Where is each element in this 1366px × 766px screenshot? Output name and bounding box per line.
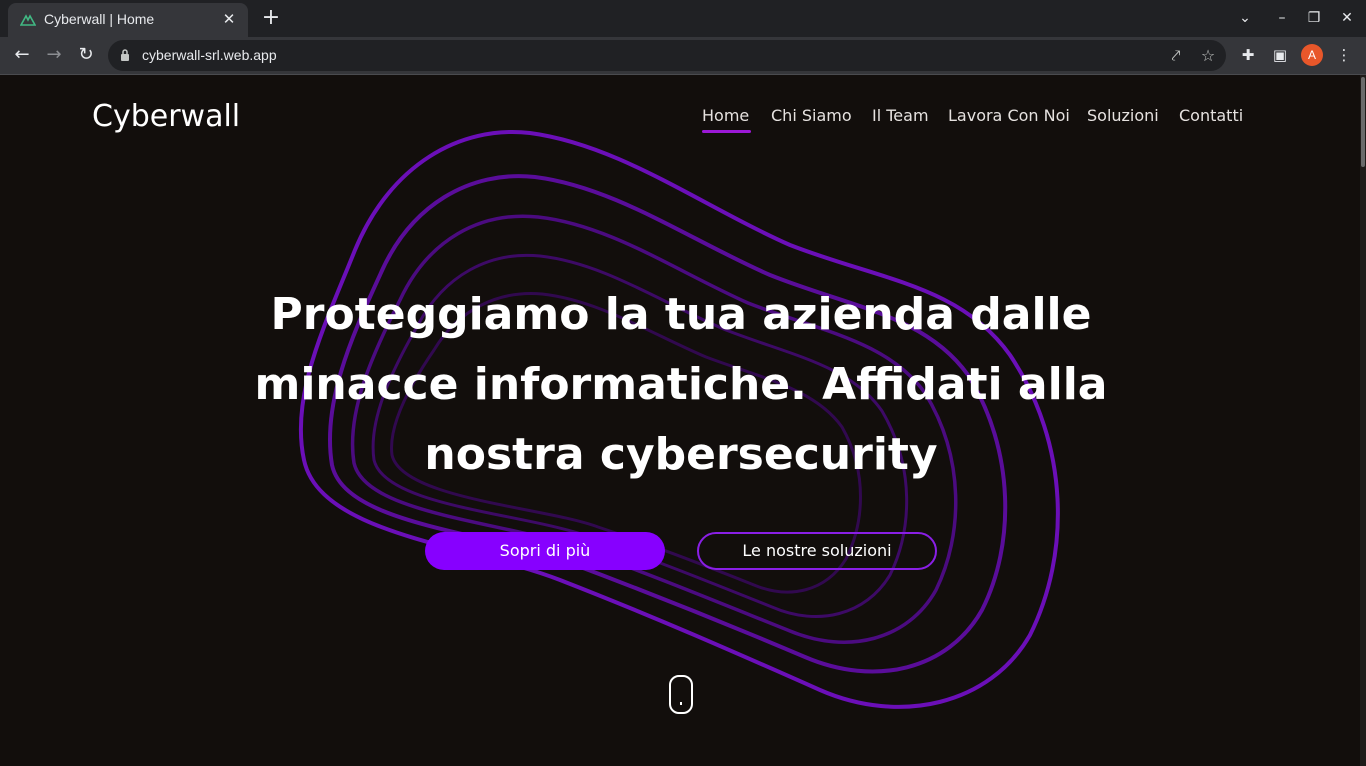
reload-icon[interactable]: ↻ <box>73 42 99 68</box>
close-icon[interactable]: ✕ <box>220 10 238 28</box>
address-bar[interactable]: cyberwall-srl.web.app ⤤ ☆ <box>108 40 1226 71</box>
nav-item-lavora-con-noi[interactable]: Lavora Con Noi <box>948 106 1070 125</box>
vue-favicon-icon <box>20 14 36 26</box>
share-icon[interactable]: ⤤ <box>1166 46 1186 66</box>
page-scrollbar[interactable] <box>1360 75 1366 766</box>
chevron-down-icon[interactable]: ⌄ <box>1233 6 1257 30</box>
solutions-button[interactable]: Le nostre soluzioni <box>697 532 937 570</box>
menu-icon[interactable]: ⋮ <box>1333 44 1355 66</box>
nav-item-contatti[interactable]: Contatti <box>1179 106 1243 125</box>
browser-tab[interactable]: Cyberwall | Home ✕ <box>8 3 248 37</box>
nav-item-il-team[interactable]: Il Team <box>872 106 929 125</box>
scrollbar-thumb[interactable] <box>1361 77 1365 167</box>
profile-avatar[interactable]: A <box>1301 44 1323 66</box>
hero-title: Proteggiamo la tua azienda dalle minacce… <box>254 289 1108 480</box>
nav-item-home[interactable]: Home <box>702 106 749 125</box>
star-icon[interactable]: ☆ <box>1198 46 1218 66</box>
scroll-wheel-dot <box>680 702 682 705</box>
tab-title: Cyberwall | Home <box>44 11 155 27</box>
nav-item-chi-siamo[interactable]: Chi Siamo <box>771 106 852 125</box>
nav-item-soluzioni[interactable]: Soluzioni <box>1087 106 1159 125</box>
url-text: cyberwall-srl.web.app <box>142 47 277 63</box>
web-page: Cyberwall Home Chi Siamo Il Team Lavora … <box>0 75 1360 766</box>
site-logo[interactable]: Cyberwall <box>92 99 240 134</box>
lock-icon <box>121 49 129 61</box>
extensions-icon[interactable]: ✚ <box>1237 44 1259 66</box>
restore-icon[interactable]: ❐ <box>1302 6 1326 30</box>
browser-toolbar: ← → ↻ cyberwall-srl.web.app ⤤ ☆ ✚ ▣ ⋮ <box>0 37 1366 75</box>
scroll-mouse-icon[interactable] <box>669 675 693 714</box>
close-window-icon[interactable]: ✕ <box>1335 6 1359 30</box>
minimize-icon[interactable]: – <box>1270 6 1294 30</box>
side-panel-icon[interactable]: ▣ <box>1269 44 1291 66</box>
plus-icon[interactable]: + <box>259 6 283 30</box>
browser-tabbar: Cyberwall | Home ✕ + ⌄ – ❐ ✕ <box>0 0 1366 37</box>
active-nav-underline <box>702 130 751 133</box>
learn-more-button[interactable]: Sopri di più <box>425 532 665 570</box>
back-icon[interactable]: ← <box>9 42 35 68</box>
forward-icon[interactable]: → <box>41 42 67 68</box>
